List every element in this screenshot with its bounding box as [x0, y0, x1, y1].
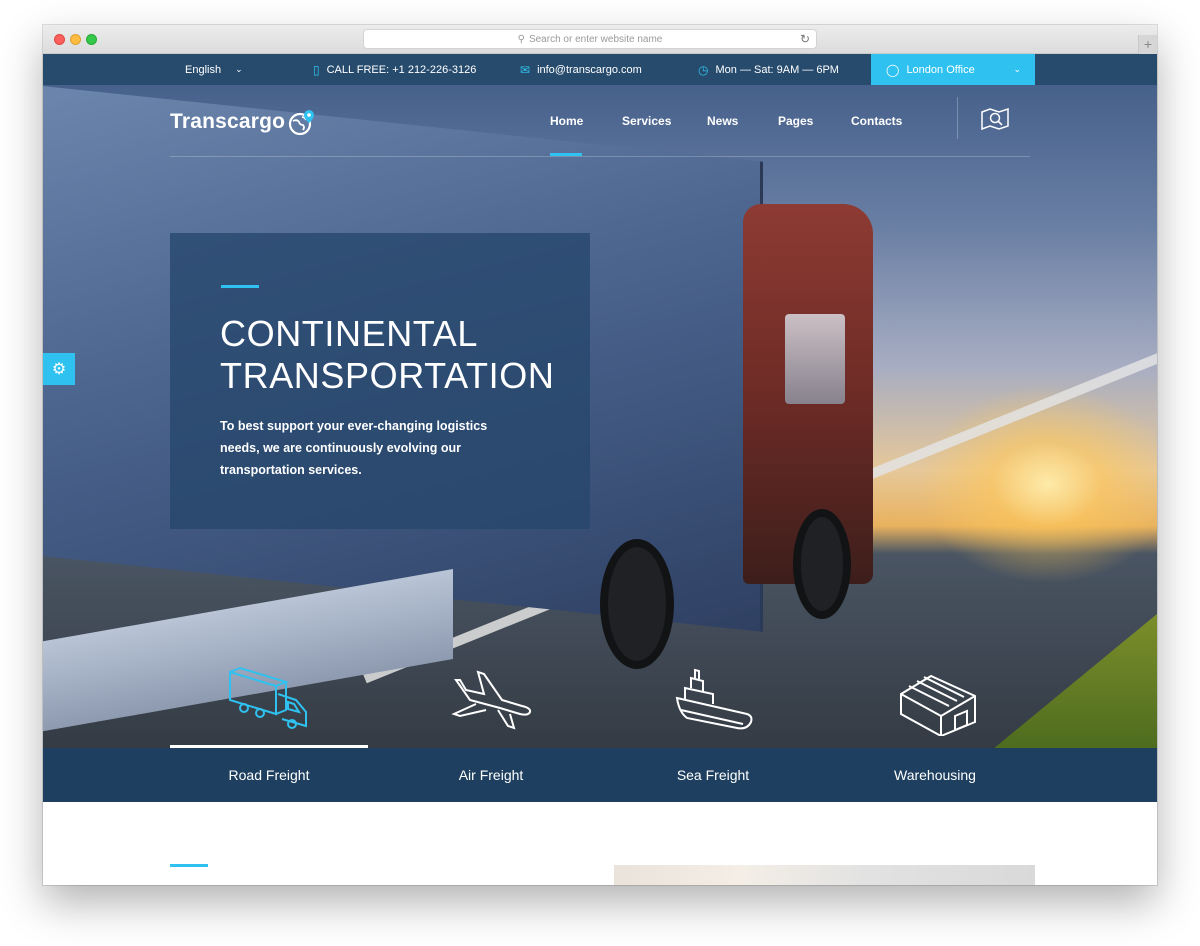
nav-item-home[interactable]: Home: [550, 114, 583, 128]
section-photo: [614, 865, 1035, 885]
nav-underline: [170, 156, 1030, 157]
search-icon: ⚲: [517, 33, 525, 45]
reload-icon[interactable]: ↻: [800, 32, 810, 46]
new-tab-button[interactable]: +: [1138, 35, 1157, 54]
airplane-icon[interactable]: [448, 664, 534, 741]
tab-air-freight[interactable]: Air Freight: [392, 748, 590, 802]
phone-icon: ▯: [313, 62, 320, 77]
tab-road-freight[interactable]: Road Freight: [170, 748, 368, 802]
map-search-icon[interactable]: [980, 107, 1010, 131]
address-bar[interactable]: ⚲ Search or enter website name ↻: [363, 29, 817, 49]
working-hours: ◷ Mon — Sat: 9AM — 6PM: [698, 54, 839, 85]
truck-cab-window: [785, 314, 845, 404]
title-accent-line: [221, 285, 259, 288]
language-selector[interactable]: English ⌄: [185, 54, 243, 85]
main-navigation: Transcargo Home Services News Pages Cont…: [43, 85, 1157, 180]
hero-title-line1: CONTINENTAL: [220, 313, 478, 354]
roadside-grass: [987, 614, 1157, 748]
ship-icon[interactable]: [673, 664, 759, 741]
tab-label: Sea Freight: [676, 767, 750, 783]
office-selector[interactable]: ◯ London Office ⌄: [871, 54, 1035, 85]
clock-icon: ◷: [698, 62, 709, 77]
nav-item-contacts[interactable]: Contacts: [851, 114, 902, 128]
browser-window: ⚲ Search or enter website name ↻ + Engli…: [43, 25, 1157, 885]
office-label: London Office: [906, 63, 975, 76]
tab-label: Warehousing: [894, 767, 976, 783]
maximize-window-button[interactable]: [86, 34, 97, 45]
hero-description: To best support your ever-changing logis…: [220, 419, 488, 477]
address-bar-placeholder: Search or enter website name: [528, 33, 663, 45]
email-contact[interactable]: ✉ info@transcargo.com: [520, 54, 642, 85]
gear-icon: ⚙: [51, 361, 67, 378]
site-logo[interactable]: Transcargo: [170, 109, 315, 136]
browser-toolbar: ⚲ Search or enter website name ↻ +: [43, 25, 1157, 54]
hero-title-line2: TRANSPORTATION: [220, 355, 555, 396]
globe-pin-logo-icon: [288, 109, 315, 136]
section-accent-line: [170, 864, 208, 867]
hours-text: Mon — Sat: 9AM — 6PM: [715, 63, 839, 76]
envelope-icon: ✉: [520, 62, 531, 77]
services-tab-bar: Road Freight Air Freight Sea Freight War…: [43, 748, 1157, 802]
hero-info-box: CONTINENTAL TRANSPORTATION To best suppo…: [170, 233, 590, 529]
logo-text: Transcargo: [170, 110, 286, 133]
top-info-bar: English ⌄ ▯ CALL FREE: +1 212-226-3126 ✉…: [43, 54, 1157, 85]
phone-contact[interactable]: ▯ CALL FREE: +1 212-226-3126: [313, 54, 476, 85]
nav-item-pages[interactable]: Pages: [778, 114, 813, 128]
hero-title: CONTINENTAL TRANSPORTATION: [220, 313, 580, 397]
tab-active-indicator: [170, 745, 368, 748]
language-label: English: [185, 63, 222, 76]
sunset-glow: [917, 384, 1157, 584]
webpage: English ⌄ ▯ CALL FREE: +1 212-226-3126 ✉…: [43, 54, 1157, 885]
warehouse-icon[interactable]: [897, 664, 983, 741]
globe-icon: ◯: [886, 62, 900, 77]
nav-divider: [957, 97, 958, 139]
chevron-down-icon: ⌄: [235, 64, 243, 74]
settings-gear-button[interactable]: ⚙: [43, 353, 75, 385]
nav-item-news[interactable]: News: [707, 114, 738, 128]
content-section: [43, 802, 1157, 885]
nav-item-services[interactable]: Services: [622, 114, 671, 128]
tab-sea-freight[interactable]: Sea Freight: [614, 748, 812, 802]
tab-warehousing[interactable]: Warehousing: [836, 748, 1034, 802]
close-window-button[interactable]: [54, 34, 65, 45]
chevron-down-icon: ⌄: [1013, 64, 1021, 74]
minimize-window-button[interactable]: [70, 34, 81, 45]
phone-text: CALL FREE: +1 212-226-3126: [326, 63, 477, 76]
email-text: info@transcargo.com: [537, 63, 642, 76]
truck-icon[interactable]: [226, 664, 312, 741]
truck-wheel: [600, 539, 674, 669]
tab-label: Air Freight: [458, 767, 524, 783]
tab-label: Road Freight: [228, 767, 310, 783]
truck-wheel: [793, 509, 851, 619]
